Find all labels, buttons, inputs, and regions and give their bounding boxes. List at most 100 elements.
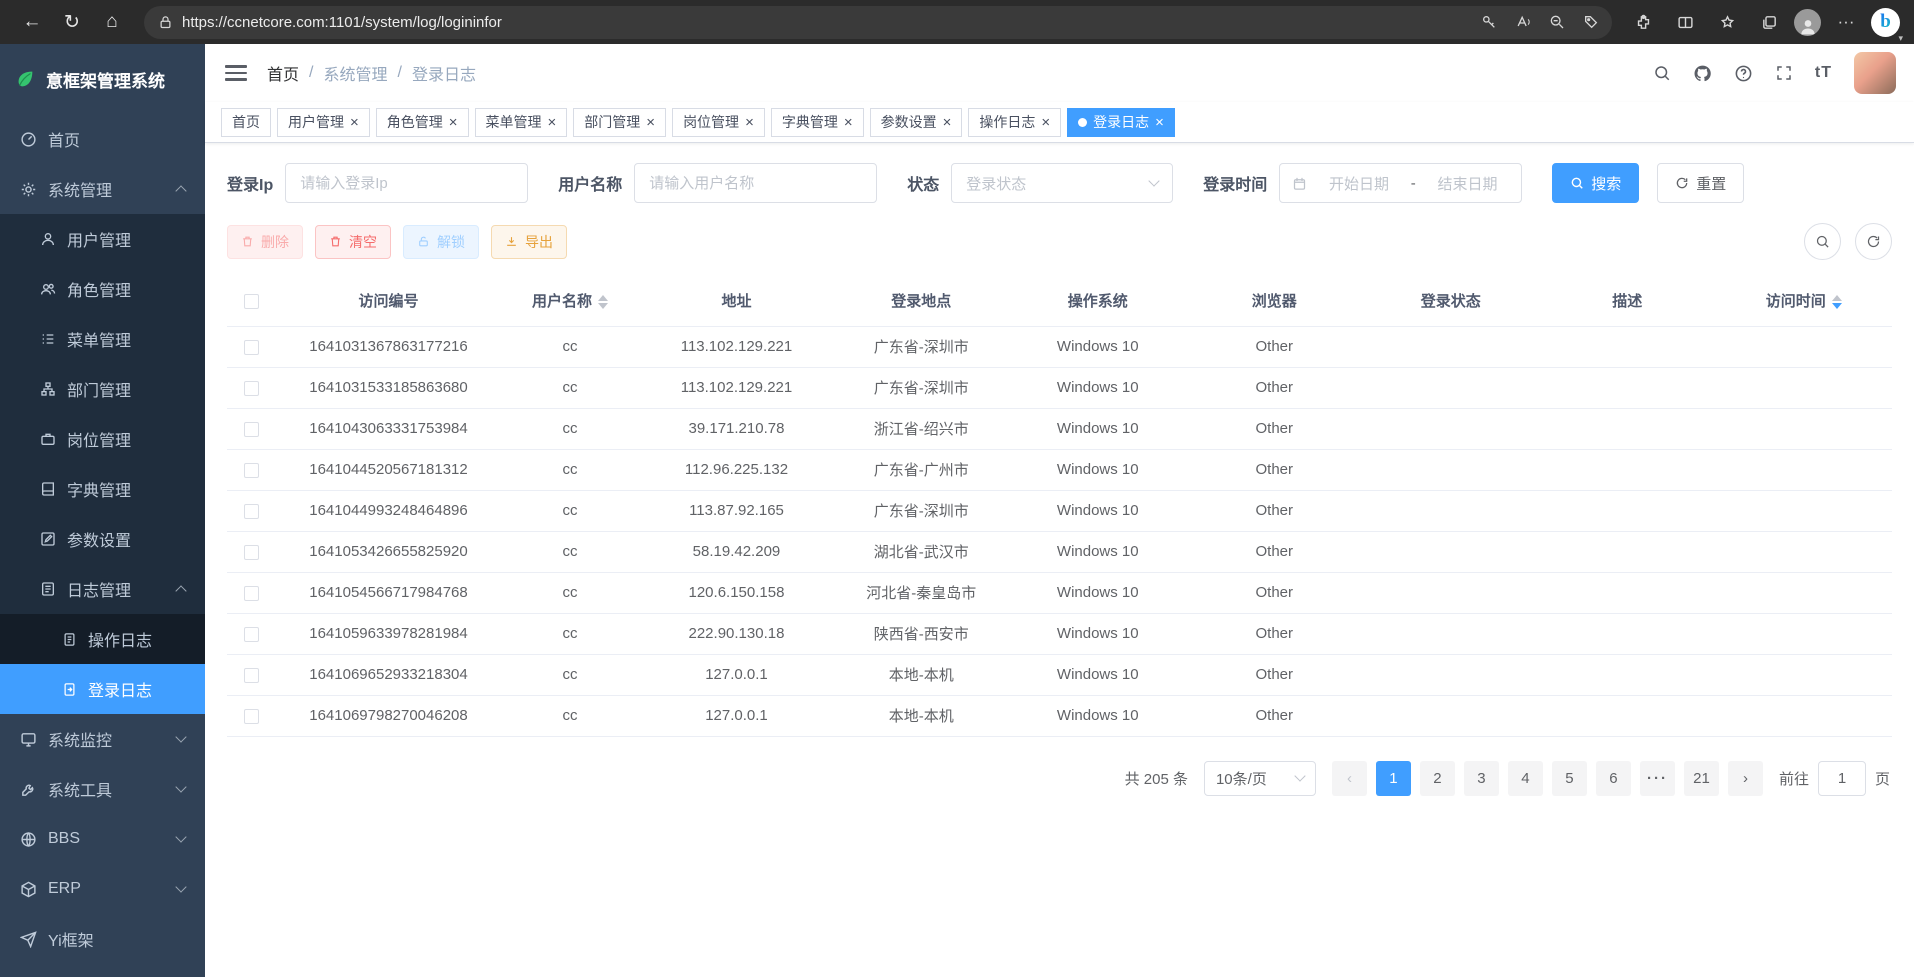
status-select[interactable]: 登录状态 xyxy=(951,163,1173,203)
row-checkbox[interactable] xyxy=(244,709,259,724)
sidebar-item-post-management[interactable]: 岗位管理 xyxy=(0,414,205,464)
delete-button[interactable]: 删除 xyxy=(227,225,303,259)
clear-button[interactable]: 清空 xyxy=(315,225,391,259)
row-checkbox[interactable] xyxy=(244,422,259,437)
page-button-5[interactable]: 5 xyxy=(1552,761,1587,796)
user-avatar[interactable] xyxy=(1854,52,1896,94)
tab-post-management[interactable]: 岗位管理× xyxy=(672,108,765,137)
help-icon[interactable] xyxy=(1734,64,1753,83)
header-search-icon[interactable] xyxy=(1653,64,1671,82)
refresh-table-button[interactable] xyxy=(1855,223,1892,260)
table-row[interactable]: 1641044520567181312 cc 112.96.225.132 广东… xyxy=(227,449,1892,490)
tab-home[interactable]: 首页 xyxy=(221,108,271,137)
sidebar-item-role-management[interactable]: 角色管理 xyxy=(0,264,205,314)
goto-page-input[interactable] xyxy=(1818,761,1866,796)
row-checkbox[interactable] xyxy=(244,381,259,396)
export-button[interactable]: 导出 xyxy=(491,225,567,259)
tab-dept-management[interactable]: 部门管理× xyxy=(573,108,666,137)
sidebar-item-login-log[interactable]: 登录日志 xyxy=(0,664,205,714)
table-row[interactable]: 1641044993248464896 cc 113.87.92.165 广东省… xyxy=(227,490,1892,531)
url-text[interactable]: https://ccnetcore.com:1101/system/log/lo… xyxy=(182,14,502,31)
page-size-select[interactable]: 10条/页 xyxy=(1204,761,1316,796)
sidebar-item-dict-management[interactable]: 字典管理 xyxy=(0,464,205,514)
close-icon[interactable]: × xyxy=(1041,115,1050,130)
row-checkbox[interactable] xyxy=(244,340,259,355)
tab-login-log[interactable]: 登录日志× xyxy=(1067,108,1175,137)
sidebar-item-system-management[interactable]: 系统管理 xyxy=(0,164,205,214)
close-icon[interactable]: × xyxy=(745,115,754,130)
sort-icons[interactable] xyxy=(1832,295,1842,309)
close-icon[interactable]: × xyxy=(646,115,655,130)
reset-button[interactable]: 重置 xyxy=(1657,163,1744,203)
page-button-4[interactable]: 4 xyxy=(1508,761,1543,796)
row-checkbox[interactable] xyxy=(244,668,259,683)
browser-home-icon[interactable]: ⌂ xyxy=(94,5,130,39)
more-pages-button[interactable]: ··· xyxy=(1640,761,1675,796)
sidebar-item-yi-framework[interactable]: Yi框架 xyxy=(0,914,205,964)
tab-role-management[interactable]: 角色管理× xyxy=(376,108,469,137)
row-checkbox[interactable] xyxy=(244,504,259,519)
search-button[interactable]: 搜索 xyxy=(1552,163,1639,203)
tab-operation-log[interactable]: 操作日志× xyxy=(968,108,1061,137)
user-menu[interactable] xyxy=(1854,52,1894,94)
bing-copilot-icon[interactable]: b ▾ xyxy=(1871,8,1900,37)
row-checkbox[interactable] xyxy=(244,627,259,642)
sidebar-item-dept-management[interactable]: 部门管理 xyxy=(0,364,205,414)
table-row[interactable]: 1641054566717984768 cc 120.6.150.158 河北省… xyxy=(227,572,1892,613)
prev-page-button[interactable]: ‹ xyxy=(1332,761,1367,796)
fullscreen-icon[interactable] xyxy=(1775,64,1793,82)
password-key-icon[interactable] xyxy=(1474,8,1504,36)
close-icon[interactable]: × xyxy=(548,115,557,130)
settings-menu-icon[interactable]: ··· xyxy=(1829,6,1863,38)
row-checkbox[interactable] xyxy=(244,545,259,560)
sidebar-item-log-management[interactable]: 日志管理 xyxy=(0,564,205,614)
sidebar-item-home[interactable]: 首页 xyxy=(0,114,205,164)
login-ip-input[interactable] xyxy=(285,163,528,203)
sidebar-item-system-tools[interactable]: 系统工具 xyxy=(0,764,205,814)
read-aloud-icon[interactable] xyxy=(1508,8,1538,36)
tab-dict-management[interactable]: 字典管理× xyxy=(771,108,864,137)
unlock-button[interactable]: 解锁 xyxy=(403,225,479,259)
github-icon[interactable] xyxy=(1693,64,1712,83)
sidebar-collapse-icon[interactable] xyxy=(225,65,247,81)
breadcrumb-home[interactable]: 首页 xyxy=(267,61,299,85)
row-checkbox[interactable] xyxy=(244,586,259,601)
close-icon[interactable]: × xyxy=(350,115,359,130)
col-user-name[interactable]: 用户名称 xyxy=(500,276,640,326)
table-row[interactable]: 1641069798270046208 cc 127.0.0.1 本地-本机 W… xyxy=(227,695,1892,736)
font-size-icon[interactable]: tT xyxy=(1815,64,1832,82)
zoom-out-icon[interactable] xyxy=(1542,8,1572,36)
page-button-3[interactable]: 3 xyxy=(1464,761,1499,796)
table-row[interactable]: 1641031533185863680 cc 113.102.129.221 广… xyxy=(227,367,1892,408)
page-button-21[interactable]: 21 xyxy=(1684,761,1719,796)
col-visit-time[interactable]: 访问时间 xyxy=(1715,276,1892,326)
next-page-button[interactable]: › xyxy=(1728,761,1763,796)
close-icon[interactable]: × xyxy=(449,115,458,130)
close-icon[interactable]: × xyxy=(1155,115,1164,130)
favorites-icon[interactable] xyxy=(1710,6,1744,38)
row-checkbox[interactable] xyxy=(244,463,259,478)
table-row[interactable]: 1641031367863177216 cc 113.102.129.221 广… xyxy=(227,326,1892,367)
sidebar-item-erp[interactable]: ERP xyxy=(0,864,205,914)
table-row[interactable]: 1641059633978281984 cc 222.90.130.18 陕西省… xyxy=(227,613,1892,654)
table-row[interactable]: 1641053426655825920 cc 58.19.42.209 湖北省-… xyxy=(227,531,1892,572)
close-icon[interactable]: × xyxy=(943,115,952,130)
split-screen-icon[interactable] xyxy=(1668,6,1702,38)
sidebar-item-menu-management[interactable]: 菜单管理 xyxy=(0,314,205,364)
select-all-checkbox[interactable] xyxy=(244,294,259,309)
extensions-icon[interactable] xyxy=(1626,6,1660,38)
browser-reload-icon[interactable]: ↻ xyxy=(54,5,90,39)
sidebar-item-operation-log[interactable]: 操作日志 xyxy=(0,614,205,664)
close-icon[interactable]: × xyxy=(844,115,853,130)
sidebar-item-bbs[interactable]: BBS xyxy=(0,814,205,864)
user-name-input[interactable] xyxy=(634,163,877,203)
table-row[interactable]: 1641043063331753984 cc 39.171.210.78 浙江省… xyxy=(227,408,1892,449)
browser-back-icon[interactable]: ← xyxy=(14,5,50,39)
tab-param-settings[interactable]: 参数设置× xyxy=(870,108,963,137)
sort-icons[interactable] xyxy=(598,295,608,309)
page-button-2[interactable]: 2 xyxy=(1420,761,1455,796)
address-bar[interactable]: https://ccnetcore.com:1101/system/log/lo… xyxy=(144,6,1612,39)
sidebar-item-user-management[interactable]: 用户管理 xyxy=(0,214,205,264)
sidebar-item-param-settings[interactable]: 参数设置 xyxy=(0,514,205,564)
collections-icon[interactable] xyxy=(1752,6,1786,38)
